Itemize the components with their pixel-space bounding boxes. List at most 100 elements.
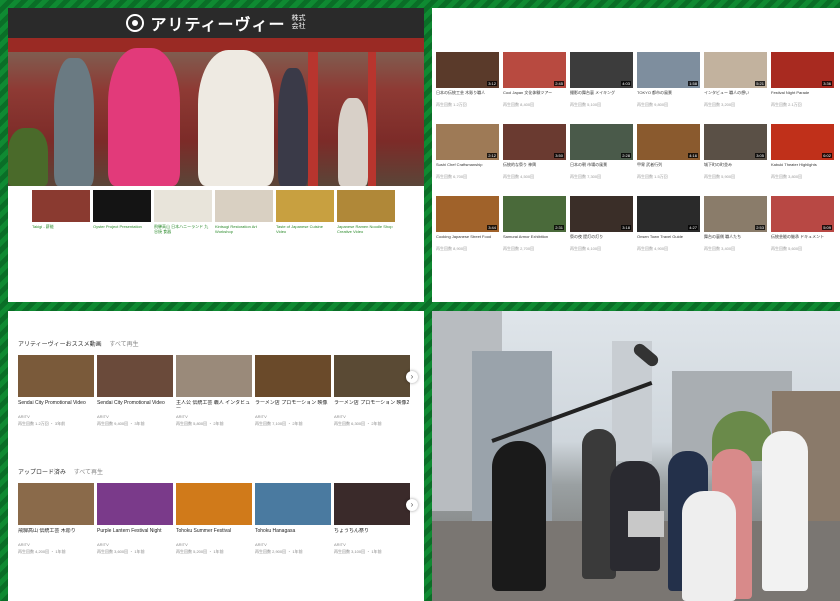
strip-thumbnail	[32, 190, 90, 222]
duration-badge: 3:44	[487, 225, 497, 230]
channel-name: ARITV	[255, 414, 267, 419]
video-card[interactable]: 2:28 日本の朝 市場の風景 再生回数 7,300回	[570, 124, 633, 192]
shelf-video-card[interactable]: Tohoku Summer Festival ARITV 再生回数 5,200回 ・…	[176, 483, 252, 554]
shelf-video-card[interactable]: ラーメン店 プロモーション 映像 ARITV 再生回数 7,100回 ・ 2年前	[255, 355, 331, 426]
video-thumbnail: 5:09	[771, 196, 834, 232]
strip-video[interactable]: Oyster Project Presentation	[93, 190, 151, 240]
play-all-link[interactable]: すべて再生	[74, 470, 103, 476]
video-title: 祭の夜 提灯の灯り	[570, 234, 604, 239]
video-card[interactable]: 3:05 城下町の町並み 再生回数 5,900回	[704, 124, 767, 192]
channel-name: ARITV	[97, 414, 109, 419]
shelf-video-card[interactable]: 飛騨高山 伝統工芸 木彫り ARITV 再生回数 4,200回 ・ 1年前	[18, 483, 94, 554]
video-title: 撮影の舞台裏 メイキング	[570, 90, 615, 95]
shelf-video-card[interactable]: 主人公 伝統工芸 職人 インタビュー ARITV 再生回数 5,800回 ・ 2年前	[176, 355, 252, 426]
video-meta: 再生回数 3,400回	[704, 246, 736, 251]
video-card[interactable]: 5:09 伝統芸能の継承 ドキュメント 再生回数 5,600回	[771, 196, 834, 264]
shelf-next-arrow-icon[interactable]: ›	[406, 371, 418, 383]
video-card[interactable]: 2:31 Samurai Armor Exhibition 再生回数 2,700回	[503, 196, 566, 264]
duration-badge: 4:16	[688, 153, 698, 158]
video-meta: 再生回数 9,800回	[637, 102, 669, 107]
video-meta: 再生回数 2.1万回	[771, 102, 802, 107]
video-thumbnail	[176, 483, 252, 525]
video-card[interactable]: 2:53 舞台の裏側 職人たち 再生回数 3,400回	[704, 196, 767, 264]
channel-name: ARITV	[18, 414, 30, 419]
duration-badge: 1:58	[688, 81, 698, 86]
duration-badge: 4:27	[688, 225, 698, 230]
video-thumbnail: 4:03	[570, 52, 633, 88]
video-card[interactable]: 3:12 日本の伝統工芸 木彫り職人 再生回数 1.2万回	[436, 52, 499, 120]
video-thumbnail	[176, 355, 252, 397]
video-thumbnail: 2:31	[503, 196, 566, 232]
shelf-video-card[interactable]: Sendai City Promotional Video ARITV 再生回数 9…	[97, 355, 173, 426]
shelf-video-card[interactable]: Tohoku Hanagasa ARITV 再生回数 2,900回 ・ 1年前	[255, 483, 331, 554]
video-thumbnail	[255, 355, 331, 397]
duration-badge: 2:28	[621, 153, 631, 158]
video-thumbnail: 4:27	[637, 196, 700, 232]
video-card[interactable]: 3:18 祭の夜 提灯の灯り 再生回数 6,100回	[570, 196, 633, 264]
duration-badge: 3:36	[822, 81, 832, 86]
video-meta: 再生回数 5,100回	[570, 102, 602, 107]
video-thumbnail	[18, 483, 94, 525]
video-card[interactable]: 2:12 Sushi Chef Craftsmanship 再生回数 6,700回	[436, 124, 499, 192]
strip-video[interactable]: Kintsugi Restoration Art Workshop	[215, 190, 273, 240]
crew-photo-image	[432, 311, 840, 601]
video-thumbnail: 2:45	[503, 52, 566, 88]
film-crew-photo	[432, 311, 840, 601]
channel-page-panel: アリティーヴィー 株式会社 Takigi - 薪能 Oyster Project…	[8, 8, 424, 302]
shelf-heading: アップロード済み	[18, 470, 67, 476]
strip-label: Taste of Japanese Cuisine Video	[276, 224, 323, 234]
play-all-link[interactable]: すべて再生	[109, 342, 138, 348]
video-card[interactable]: 3:44 Cooking Japanese Street Food 再生回数 8,9…	[436, 196, 499, 264]
video-thumbnail: 3:12	[436, 52, 499, 88]
shelf-video-card[interactable]: ラーメン店 プロモーション 映像2 ARITV 再生回数 6,300回 ・ 2年前	[334, 355, 410, 426]
duration-badge: 3:18	[621, 225, 631, 230]
duration-badge: 2:53	[755, 225, 765, 230]
video-title: ラーメン店 プロモーション 映像2	[334, 400, 410, 406]
hero-video[interactable]	[8, 38, 424, 186]
video-meta: 再生回数 5,200回 ・ 1年前	[176, 549, 224, 554]
channel-name: ARITV	[334, 414, 346, 419]
video-card[interactable]: 5:21 インタビュー 職人の想い 再生回数 3,200回	[704, 52, 767, 120]
video-thumbnail	[255, 483, 331, 525]
video-card[interactable]: 4:27 Onsen Town Travel Guide 再生回数 4,900回	[637, 196, 700, 264]
video-meta: 再生回数 4,900回	[637, 246, 669, 251]
video-card[interactable]: 4:16 甲冑 武者行列 再生回数 1.5万回	[637, 124, 700, 192]
video-card[interactable]: 1:58 TOKYO 都市の風景 再生回数 9,800回	[637, 52, 700, 120]
video-card[interactable]: 2:45 Cool Japan 文化体験ツアー 再生回数 8,400回	[503, 52, 566, 120]
shelf-video-card[interactable]: Sendai City Promotional Video ARITV 再生回数 1…	[18, 355, 94, 426]
video-thumbnail	[97, 483, 173, 525]
video-title: 伝統芸能の継承 ドキュメント	[771, 234, 825, 239]
shelf-title: アリティーヴィーおススメ動画 すべて再生	[18, 339, 139, 348]
strip-thumbnail	[154, 190, 212, 222]
logo-icon	[126, 14, 145, 32]
channel-name: ARITV	[334, 542, 346, 547]
video-title: Cooking Japanese Street Food	[436, 234, 492, 239]
video-thumbnail: 1:58	[637, 52, 700, 88]
shelf-video-card[interactable]: Purple Lantern Festival Night ARITV 再生回数 3…	[97, 483, 173, 554]
video-card[interactable]: 4:03 撮影の舞台裏 メイキング 再生回数 5,100回	[570, 52, 633, 120]
video-thumbnail	[334, 483, 410, 525]
video-meta: 再生回数 5,800回 ・ 2年前	[176, 421, 224, 426]
duration-badge: 2:12	[487, 153, 497, 158]
shelf-title: アップロード済み すべて再生	[18, 467, 103, 476]
shelf-next-arrow-icon[interactable]: ›	[406, 499, 418, 511]
video-card[interactable]: 3:36 Festival Night Parade 再生回数 2.1万回	[771, 52, 834, 120]
video-meta: 再生回数 1.5万回	[637, 174, 668, 179]
duration-badge: 2:45	[554, 81, 564, 86]
strip-video[interactable]: 飛騨高山 日本ハニーランド 九谷焼 食器	[154, 190, 212, 240]
strip-thumbnail	[215, 190, 273, 222]
strip-video[interactable]: Takigi - 薪能	[32, 190, 90, 240]
strip-video[interactable]: Taste of Japanese Cuisine Video	[276, 190, 334, 240]
video-card[interactable]: 3:50 伝統的な祭り 神輿 再生回数 4,500回	[503, 124, 566, 192]
strip-video[interactable]: Japanese Ramen Noodle Shop Creative Vide…	[337, 190, 395, 240]
video-title: Onsen Town Travel Guide	[637, 234, 683, 239]
duration-badge: 3:50	[554, 153, 564, 158]
channel-name: ARITV	[255, 542, 267, 547]
video-meta: 再生回数 6,700回	[436, 174, 468, 179]
video-shelf: Sendai City Promotional Video ARITV 再生回数 1…	[18, 355, 410, 426]
video-card[interactable]: 6:02 Kabuki Theater Highlights 再生回数 3,800回	[771, 124, 834, 192]
video-thumbnail: 2:28	[570, 124, 633, 160]
shelf-video-card[interactable]: ちょうちん祭り ARITV 再生回数 3,100回 ・ 1年前	[334, 483, 410, 554]
video-title: ちょうちん祭り	[334, 528, 370, 534]
video-title: Tohoku Hanagasa	[255, 528, 296, 534]
